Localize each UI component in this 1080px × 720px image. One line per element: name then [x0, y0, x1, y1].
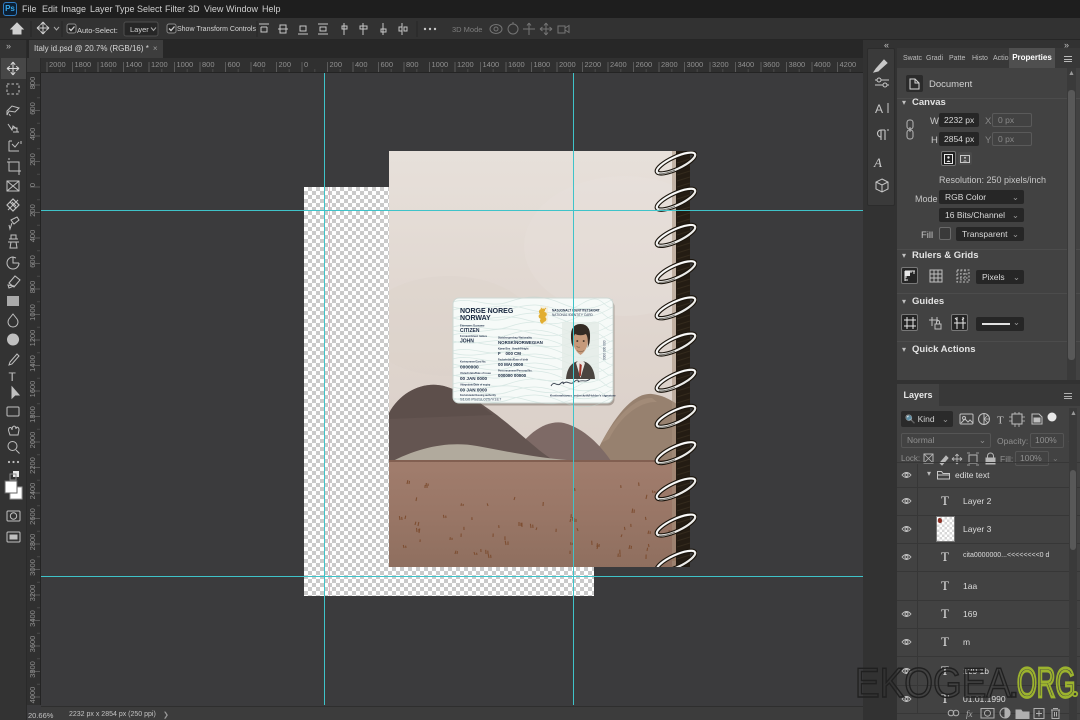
svg-text:NORGE NOREG: NORGE NOREG — [460, 308, 514, 315]
svg-text:200: 200 — [28, 153, 37, 166]
svg-text:2400: 2400 — [28, 483, 37, 500]
svg-text:1800: 1800 — [534, 60, 551, 69]
svg-text:0000000: 0000000 — [460, 365, 479, 371]
svg-text:3200: 3200 — [28, 585, 37, 602]
svg-text:1400: 1400 — [483, 60, 500, 69]
svg-text:800: 800 — [28, 77, 37, 90]
svg-text:1600: 1600 — [100, 60, 117, 69]
svg-text:800: 800 — [28, 281, 37, 294]
svg-text:000000 00000: 000000 00000 — [498, 373, 527, 378]
svg-text:4200: 4200 — [840, 60, 857, 69]
svg-text:3D Mode: 3D Mode — [452, 25, 482, 34]
svg-text:200: 200 — [28, 204, 37, 217]
svg-text:0: 0 — [28, 183, 37, 187]
svg-text:400: 400 — [355, 60, 368, 69]
svg-text:A: A — [873, 155, 882, 170]
svg-text:1600: 1600 — [28, 381, 37, 398]
svg-text:NORSK/NORWEGIAN: NORSK/NORWEGIAN — [498, 340, 543, 345]
svg-text:0: 0 — [304, 60, 308, 69]
svg-text:Fornavn/Given names: Fornavn/Given names — [460, 334, 488, 338]
svg-text:3600: 3600 — [763, 60, 780, 69]
svg-text:200: 200 — [330, 60, 343, 69]
svg-text:00 MAI 0000: 00 MAI 0000 — [498, 362, 524, 367]
svg-text:NORWAY: NORWAY — [460, 315, 491, 322]
svg-text:1000: 1000 — [432, 60, 449, 69]
svg-text:3800: 3800 — [28, 661, 37, 678]
svg-text:600: 600 — [228, 60, 241, 69]
svg-text:2600: 2600 — [636, 60, 653, 69]
svg-text:2000: 2000 — [28, 432, 37, 449]
svg-text:1400: 1400 — [126, 60, 143, 69]
svg-text:2800: 2800 — [661, 60, 678, 69]
svg-text:3800: 3800 — [789, 60, 806, 69]
svg-text:T: T — [997, 415, 1004, 427]
svg-text:1000: 1000 — [28, 304, 37, 321]
svg-text:2600: 2600 — [28, 508, 37, 525]
svg-text:Utløpsdato/Date of expiry: Utløpsdato/Date of expiry — [460, 384, 491, 387]
svg-text:3600: 3600 — [28, 636, 37, 653]
svg-text:2200: 2200 — [585, 60, 602, 69]
svg-text:Etternavn /Surname: Etternavn /Surname — [460, 324, 485, 328]
svg-text:JOHN: JOHN — [460, 339, 474, 345]
svg-text:1800: 1800 — [28, 406, 37, 423]
svg-text:2800: 2800 — [28, 534, 37, 551]
svg-text:A: A — [875, 102, 883, 116]
svg-text:2000: 2000 — [559, 60, 576, 69]
svg-text:00 JAN 0000: 00 JAN 0000 — [460, 388, 488, 393]
svg-text:1200: 1200 — [151, 60, 168, 69]
svg-text:1200: 1200 — [457, 60, 474, 69]
svg-text:600: 600 — [28, 102, 37, 115]
svg-text:400: 400 — [28, 128, 37, 141]
svg-text:T: T — [9, 370, 17, 384]
svg-text:EKOGEA: EKOGEA — [855, 660, 1012, 707]
svg-text:4000: 4000 — [28, 687, 37, 704]
svg-text:CITIZEN: CITIZEN — [460, 328, 480, 334]
svg-text:2000: 2000 — [49, 60, 66, 69]
svg-text:400: 400 — [253, 60, 266, 69]
svg-text:F 000 CM: F 000 CM — [498, 351, 521, 356]
svg-text:800: 800 — [406, 60, 419, 69]
svg-text:Kortinnehavers underskrift/Hol: Kortinnehavers underskrift/Holder’s sign… — [550, 394, 616, 398]
svg-text:1600: 1600 — [508, 60, 525, 69]
svg-text:fx: fx — [966, 709, 973, 719]
svg-text:2400: 2400 — [610, 60, 627, 69]
svg-text:400: 400 — [28, 230, 37, 243]
svg-text:600: 600 — [28, 255, 37, 268]
svg-text:Utstedt dato/Date of issue: Utstedt dato/Date of issue — [460, 372, 491, 375]
svg-text:3000: 3000 — [28, 559, 37, 576]
svg-text:S1G0 PS21L02S/V1E7: S1G0 PS21L02S/V1E7 — [460, 397, 502, 402]
svg-text:1200: 1200 — [28, 330, 37, 347]
svg-text:00 JAN 0000: 00 JAN 0000 — [460, 376, 488, 381]
svg-text:Kortnummer/Card No.: Kortnummer/Card No. — [460, 361, 486, 364]
svg-text:800: 800 — [202, 60, 215, 69]
svg-text:ORG: ORG — [1017, 661, 1075, 707]
svg-text:200: 200 — [279, 60, 292, 69]
svg-text:1400: 1400 — [28, 355, 37, 372]
svg-text:4000: 4000 — [814, 60, 831, 69]
svg-text:0000 000 000: 0000 000 000 — [603, 340, 607, 360]
svg-text:2200: 2200 — [28, 457, 37, 474]
svg-text:3200: 3200 — [712, 60, 729, 69]
svg-text:3000: 3000 — [687, 60, 704, 69]
svg-text:600: 600 — [381, 60, 394, 69]
svg-text:1800: 1800 — [75, 60, 92, 69]
svg-text:1000: 1000 — [177, 60, 194, 69]
svg-text:3400: 3400 — [738, 60, 755, 69]
svg-text:3400: 3400 — [28, 610, 37, 627]
